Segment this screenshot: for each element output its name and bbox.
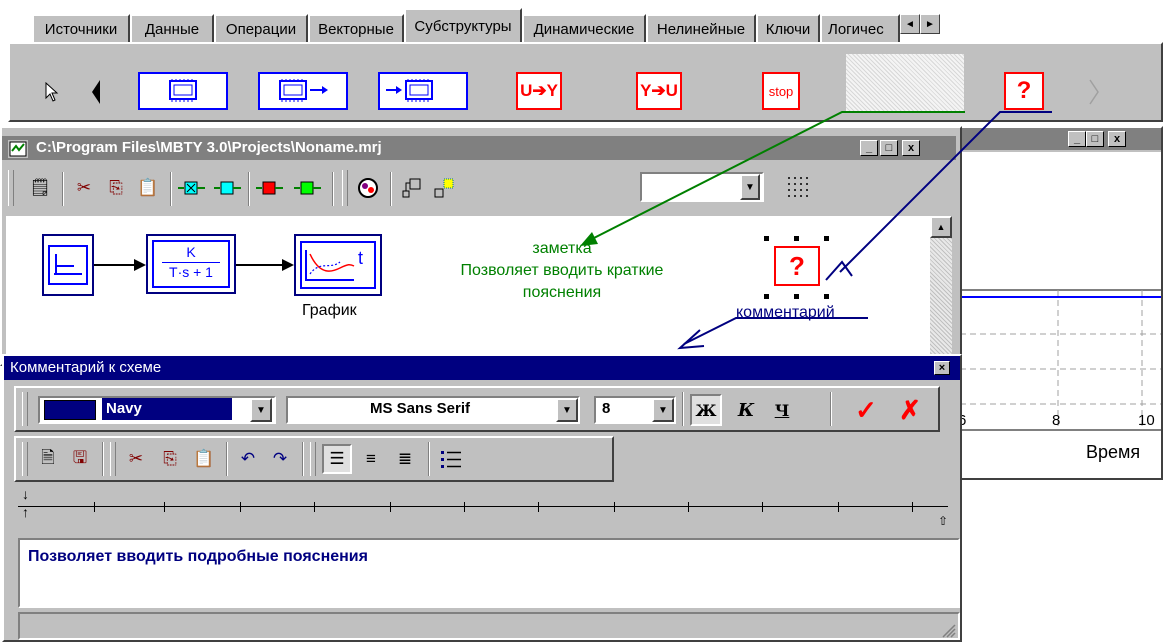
bold-button[interactable]: Ж: [690, 394, 722, 426]
color-swatch: [44, 400, 96, 420]
comment-text: Позволяет вводить подробные пояснения: [28, 548, 368, 565]
dialog-close-button[interactable]: ×: [934, 361, 950, 375]
cancel-button[interactable]: ✗: [894, 394, 926, 426]
toolbar-separator: [226, 442, 228, 476]
toolbar-grip: [310, 442, 316, 476]
right-margin-marker-icon[interactable]: ⇧: [938, 514, 948, 528]
save-icon[interactable]: 🖫: [66, 446, 94, 472]
comment-dialog: Комментарий к схеме × Navy ▼ MS Sans Ser…: [2, 354, 962, 642]
toolbar-separator: [682, 392, 684, 426]
toolbar-grip: [22, 392, 28, 426]
size-dropdown-button[interactable]: ▼: [652, 398, 674, 422]
ruler[interactable]: ↓ ↑ ⇧: [18, 486, 960, 538]
indent-marker-icon[interactable]: ↓: [22, 486, 29, 502]
align-right-icon[interactable]: ≣: [390, 444, 420, 474]
toolbar-separator: [830, 392, 832, 426]
dialog-titlebar: Комментарий к схеме: [4, 356, 960, 380]
font-value: MS Sans Serif: [369, 400, 471, 417]
ruler-line: [18, 506, 948, 507]
cut-icon[interactable]: ✂: [122, 446, 150, 472]
size-value: 8: [602, 400, 611, 417]
undo-icon[interactable]: ↶: [234, 446, 262, 472]
align-center-icon[interactable]: ≡: [356, 444, 386, 474]
toolbar-grip: [110, 442, 116, 476]
color-value: Navy: [102, 398, 232, 420]
underline-button[interactable]: Ч: [766, 394, 798, 426]
resize-grip-icon[interactable]: [940, 622, 956, 638]
paste-icon[interactable]: 📋: [190, 446, 218, 472]
align-left-icon[interactable]: ☰: [322, 444, 352, 474]
tab-substructures[interactable]: Субструктуры: [404, 8, 522, 42]
redo-icon[interactable]: ↷: [266, 446, 294, 472]
new-icon[interactable]: 🗎: [34, 446, 62, 472]
italic-button[interactable]: К: [730, 394, 762, 426]
status-bar: [18, 612, 960, 640]
copy-icon[interactable]: ⎘: [156, 446, 184, 472]
toolbar-separator: [428, 442, 430, 476]
ok-button[interactable]: ✓: [850, 394, 882, 426]
toolbar-separator: [102, 442, 104, 476]
color-dropdown-button[interactable]: ▼: [250, 398, 272, 422]
toolbar-separator: [302, 442, 304, 476]
font-dropdown-button[interactable]: ▼: [556, 398, 578, 422]
toolbar-grip: [22, 442, 28, 476]
bullets-icon[interactable]: [436, 444, 466, 474]
